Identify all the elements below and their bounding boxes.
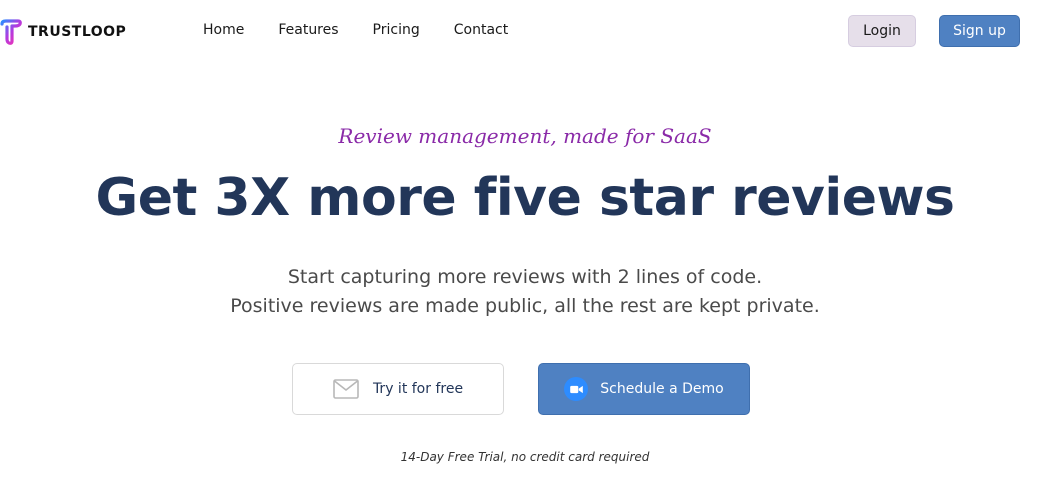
landing-page: TRUSTLOOP Home Features Pricing Contact … xyxy=(0,0,1050,478)
nav-contact[interactable]: Contact xyxy=(454,22,508,38)
hero-tagline: Review management, made for SaaS xyxy=(338,124,712,148)
main-nav: Home Features Pricing Contact xyxy=(203,22,542,38)
video-camera-icon xyxy=(564,377,589,401)
mail-icon xyxy=(333,379,359,399)
nav-pricing[interactable]: Pricing xyxy=(373,22,420,38)
site-header: TRUSTLOOP Home Features Pricing Contact … xyxy=(0,0,1050,64)
hero-subline-1: Start capturing more reviews with 2 line… xyxy=(287,266,763,288)
try-free-label: Try it for free xyxy=(372,381,464,397)
login-button[interactable]: Login xyxy=(848,15,916,47)
trustloop-logo-icon xyxy=(0,19,22,45)
trial-note: 14-Day Free Trial, no credit card requir… xyxy=(400,450,650,464)
nav-features[interactable]: Features xyxy=(278,22,338,38)
brand-logo[interactable]: TRUSTLOOP xyxy=(0,18,126,46)
schedule-demo-label: Schedule a Demo xyxy=(600,381,724,397)
try-free-button[interactable]: Try it for free xyxy=(292,363,504,415)
signup-button[interactable]: Sign up xyxy=(939,15,1020,47)
schedule-demo-button[interactable]: Schedule a Demo xyxy=(538,363,750,415)
hero-subline-2: Positive reviews are made public, all th… xyxy=(230,295,820,317)
nav-home[interactable]: Home xyxy=(203,22,244,38)
hero-headline: Get 3X more five star reviews xyxy=(95,168,955,228)
brand-name: TRUSTLOOP xyxy=(28,24,127,40)
